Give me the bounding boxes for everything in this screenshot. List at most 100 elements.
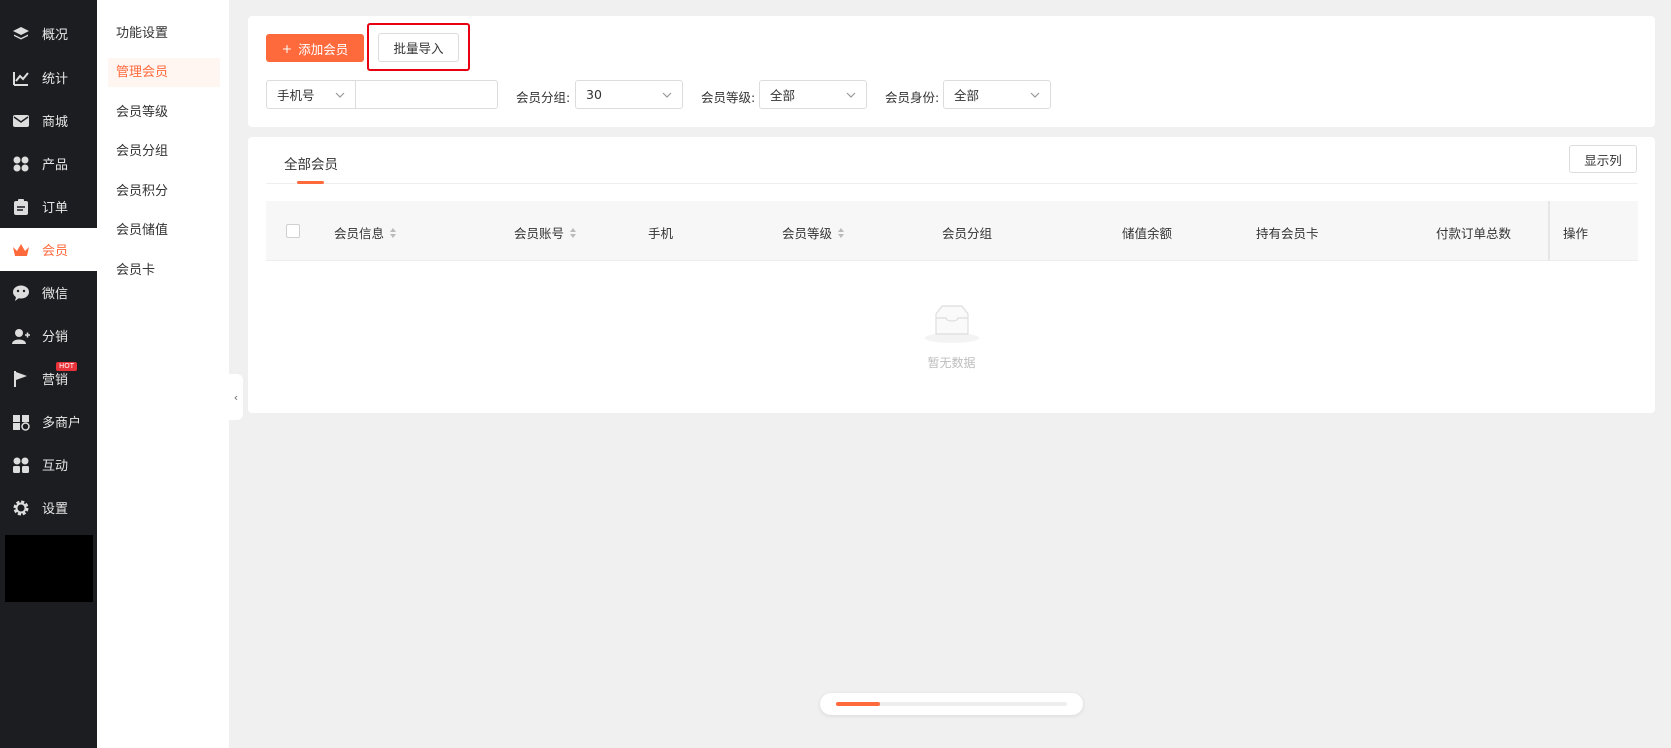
- nav-item-wechat[interactable]: 微信: [0, 271, 97, 314]
- plus-icon: +: [281, 40, 293, 56]
- nav-label: 微信: [42, 287, 69, 302]
- shop-icon: [12, 413, 30, 431]
- header-label: 持有会员卡: [1256, 226, 1319, 241]
- identity-filter-label: 会员身份:: [885, 90, 940, 105]
- group-select-value: 30: [586, 87, 602, 102]
- header-member-info[interactable]: 会员信息: [334, 223, 397, 242]
- tab-all-members[interactable]: 全部会员: [284, 153, 338, 173]
- nav-item-overview[interactable]: 概况: [0, 12, 97, 55]
- header-label: 操作: [1563, 226, 1589, 241]
- nav-label: 统计: [42, 72, 69, 87]
- table-header: 会员信息 会员账号 手机 会员等级 会员分组 储值余额 持有会员卡 付款订单总数…: [266, 201, 1638, 261]
- level-select[interactable]: 全部: [759, 80, 867, 109]
- identity-select[interactable]: 全部: [943, 80, 1051, 109]
- search-type-value: 手机号: [277, 88, 315, 103]
- crown-icon: [12, 241, 30, 259]
- main-nav: 概况 统计 商城 产品 订单 会员 微信 分销 营销 HOT 多商户 互动 设置: [0, 0, 97, 748]
- wechat-icon: [12, 284, 30, 302]
- chevron-down-icon: [1030, 92, 1040, 98]
- member-submenu: 功能设置 管理会员 会员等级 会员分组 会员积分 会员储值 会员卡: [97, 0, 229, 748]
- layers-icon: [12, 25, 30, 43]
- chevron-down-icon: [846, 92, 856, 98]
- header-label: 会员信息: [334, 226, 385, 241]
- show-columns-button[interactable]: 显示列: [1569, 145, 1637, 173]
- loading-indicator: [820, 693, 1083, 715]
- nav-item-members[interactable]: 会员: [0, 228, 97, 271]
- chevron-down-icon: [662, 92, 672, 98]
- search-type-select[interactable]: 手机号: [266, 80, 356, 109]
- submenu-item-member-balance[interactable]: 会员储值: [108, 216, 220, 245]
- sort-icon[interactable]: [838, 227, 845, 238]
- nav-item-distribution[interactable]: 分销: [0, 314, 97, 357]
- nav-label: 营销: [42, 373, 69, 388]
- header-paid-orders: 付款订单总数: [1436, 223, 1511, 242]
- identity-select-value: 全部: [954, 88, 980, 103]
- header-member-account[interactable]: 会员账号: [514, 223, 577, 242]
- loading-progress: [836, 702, 880, 706]
- search-input[interactable]: [355, 80, 498, 109]
- submenu-item-member-points[interactable]: 会员积分: [108, 177, 220, 206]
- nav-item-mall[interactable]: 商城: [0, 99, 97, 142]
- nav-item-orders[interactable]: 订单: [0, 185, 97, 228]
- nav-label: 分销: [42, 330, 69, 345]
- flag-icon: [12, 370, 30, 388]
- nav-item-interaction[interactable]: 互动: [0, 443, 97, 486]
- header-label: 会员分组: [942, 226, 993, 241]
- member-list-card: 全部会员 显示列 会员信息 会员账号 手机 会员等级 会员分组 储值余额 持有会…: [248, 137, 1655, 413]
- select-all-checkbox[interactable]: [286, 224, 300, 238]
- submenu-item-settings[interactable]: 功能设置: [108, 19, 220, 48]
- header-label: 会员等级: [782, 226, 833, 241]
- nav-item-marketing[interactable]: 营销 HOT: [0, 357, 97, 400]
- submenu-item-member-levels[interactable]: 会员等级: [108, 98, 220, 127]
- header-label: 手机: [648, 226, 674, 241]
- header-balance: 储值余额: [1122, 223, 1172, 242]
- sort-icon[interactable]: [570, 227, 577, 238]
- loading-track: [836, 702, 1067, 706]
- header-member-cards: 持有会员卡: [1256, 223, 1319, 242]
- mail-icon: [12, 112, 30, 130]
- level-filter-label: 会员等级:: [701, 90, 756, 105]
- nav-item-stats[interactable]: 统计: [0, 56, 97, 99]
- submenu-item-manage-members[interactable]: 管理会员: [108, 58, 220, 87]
- nav-label: 产品: [42, 158, 69, 173]
- empty-inbox-icon: [924, 305, 979, 343]
- header-member-level[interactable]: 会员等级: [782, 223, 845, 242]
- gear-icon: [12, 499, 30, 517]
- nav-item-merchants[interactable]: 多商户: [0, 400, 97, 443]
- group-select[interactable]: 30: [575, 80, 683, 109]
- empty-text: 暂无数据: [927, 356, 976, 370]
- grid-icon: [12, 155, 30, 173]
- hot-badge: HOT: [56, 362, 78, 371]
- chart-icon: [12, 69, 30, 87]
- nav-label: 概况: [42, 28, 69, 43]
- nav-label: 会员: [42, 244, 69, 259]
- filter-card: + 添加会员 批量导入 手机号 会员分组: 30 会员等级: 全部 会员身份: …: [248, 16, 1655, 127]
- header-actions: 操作: [1563, 223, 1588, 242]
- submenu-item-member-groups[interactable]: 会员分组: [108, 137, 220, 166]
- submenu-item-member-card[interactable]: 会员卡: [108, 256, 220, 285]
- header-label: 会员账号: [514, 226, 565, 241]
- collapse-submenu-button[interactable]: ‹: [229, 374, 243, 420]
- active-tab-indicator: [297, 181, 324, 184]
- group-filter-label: 会员分组:: [516, 90, 571, 105]
- add-member-button[interactable]: + 添加会员: [266, 34, 364, 62]
- sort-icon[interactable]: [390, 227, 397, 238]
- batch-import-button[interactable]: 批量导入: [378, 33, 459, 62]
- add-member-label: 添加会员: [298, 41, 349, 57]
- account-block: [5, 535, 93, 602]
- nav-label: 订单: [42, 201, 69, 216]
- header-member-group: 会员分组: [942, 223, 992, 242]
- nav-label: 设置: [42, 502, 69, 517]
- people-icon: [12, 456, 30, 474]
- level-select-value: 全部: [770, 88, 796, 103]
- users-icon: [12, 327, 30, 345]
- chevron-down-icon: [335, 92, 345, 98]
- tab-divider: [266, 183, 1638, 184]
- nav-label: 多商户: [42, 416, 82, 431]
- nav-item-products[interactable]: 产品: [0, 142, 97, 185]
- nav-label: 商城: [42, 115, 69, 130]
- nav-item-settings[interactable]: 设置: [0, 486, 97, 529]
- clipboard-icon: [12, 198, 30, 216]
- header-label: 付款订单总数: [1436, 226, 1512, 241]
- empty-state: [248, 302, 1655, 348]
